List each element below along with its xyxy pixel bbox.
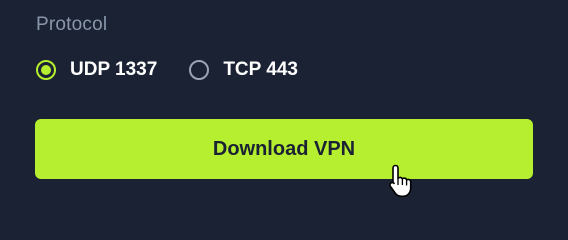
radio-dot-icon [41,65,51,75]
radio-selected-icon[interactable] [36,60,56,80]
protocol-label: Protocol [36,14,108,35]
vpn-download-panel: Protocol UDP 1337 TCP 443 Download VPN [0,0,568,219]
protocol-option-tcp[interactable]: TCP 443 [189,56,298,84]
download-vpn-button[interactable]: Download VPN [35,119,533,179]
radio-unselected-icon[interactable] [189,60,210,80]
protocol-radio-group: UDP 1337 TCP 443 [36,56,298,84]
protocol-option-udp[interactable]: UDP 1337 [36,56,157,84]
protocol-option-label: UDP 1337 [70,59,158,80]
protocol-option-label: TCP 443 [223,59,298,80]
